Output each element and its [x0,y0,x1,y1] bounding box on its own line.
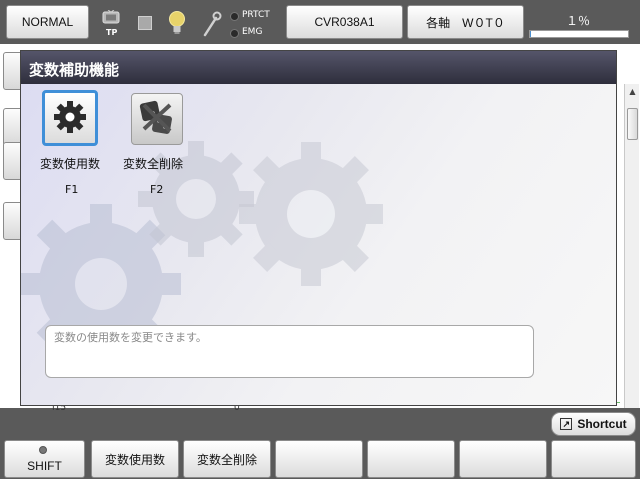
decorative-gear-icon [239,142,383,286]
prtct-led-icon [230,12,239,21]
shortcut-arrow-icon: ↗ [560,418,573,430]
f4-button[interactable] [367,440,455,478]
top-status-bar: NORMAL TP PRTCT EMG CVR038A1 各軸 W０T０ １％ [0,0,640,44]
wrench-icon [202,11,222,40]
description-box: 変数の使用数を変更できます。 [45,325,534,378]
emg-led-icon [230,29,239,38]
scroll-thumb[interactable] [627,108,638,140]
f2-key-label: F2 [150,183,164,196]
dialog-body: 変数使用数 F1 変数全削除 F2 変数の使用数を変更できます。 [21,84,616,405]
status-indicators: TP PRTCT EMG [98,4,284,42]
progress-bar [529,30,629,38]
f1-variable-usage-button[interactable]: 変数使用数 [91,440,179,478]
stop-icon [138,16,152,30]
scrollbar[interactable]: ▲ [624,84,639,408]
progress-bar-fill [530,31,531,37]
shortcut-button[interactable]: ↗ Shortcut [551,412,636,436]
delete-all-variables-label: 変数全削除 [123,157,184,171]
delete-all-variables-tile[interactable] [131,93,183,145]
shortcut-label: Shortcut [577,417,627,431]
prtct-label: PRTCT [242,10,270,20]
variable-assist-dialog: 変数補助機能 変数使用数 F1 変数全削除 F2 変数の使用数を変更できます。 [20,50,617,406]
emg-label: EMG [242,27,263,37]
f1-key-label: F1 [65,183,79,196]
gear-icon [52,99,88,138]
delete-all-icon [138,99,176,140]
f3-button[interactable] [275,440,363,478]
f2-delete-all-button[interactable]: 変数全削除 [183,440,271,478]
shift-label: SHIFT [27,459,62,473]
mode-button[interactable]: NORMAL [6,5,89,39]
tp-label: TP [106,28,118,37]
program-button[interactable]: CVR038A1 [286,5,403,39]
variable-usage-label: 変数使用数 [40,157,101,171]
axis-coordinate-button[interactable]: 各軸 W０T０ [407,5,524,39]
dialog-title: 変数補助機能 [21,51,616,84]
f6-button[interactable] [551,440,636,478]
teach-pendant-icon [102,9,120,24]
progress-percent: １％ [565,14,590,28]
variable-usage-tile[interactable] [42,90,98,146]
shift-indicator-icon [39,446,47,454]
scroll-up-icon[interactable]: ▲ [625,84,640,98]
f5-button[interactable] [459,440,547,478]
lamp-icon [168,10,186,39]
